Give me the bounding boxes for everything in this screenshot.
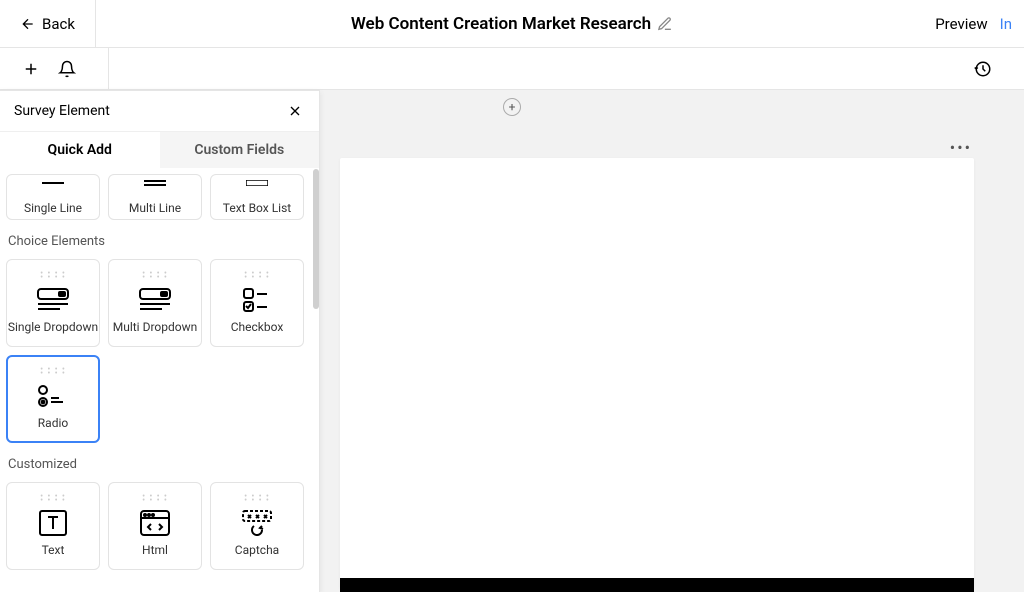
canvas-card[interactable] (340, 158, 974, 588)
tile-text[interactable]: • • • •• • • • Text (6, 482, 100, 570)
tile-captcha[interactable]: • • • •• • • • Captcha (210, 482, 304, 570)
tile-label: Multi Dropdown (113, 320, 198, 334)
in-button[interactable]: In (1000, 15, 1012, 33)
tile-label: Single Line (24, 201, 82, 215)
tile-multi-line[interactable]: Multi Line (108, 174, 202, 220)
history-icon (974, 60, 992, 78)
drag-handle-icon: • • • •• • • • (40, 495, 66, 503)
survey-element-panel: Survey Element Quick Add Custom Fields S… (0, 90, 320, 592)
panel-body: Single Line Multi Line Text Box List Cho… (0, 168, 319, 582)
tile-single-dropdown[interactable]: • • • •• • • • Single Dropdown (6, 259, 100, 347)
multi-dropdown-icon (137, 286, 173, 314)
notifications-button[interactable] (54, 56, 80, 82)
canvas-add-button[interactable]: + (503, 98, 521, 116)
header-actions: Preview In (935, 15, 1012, 33)
panel-header: Survey Element (0, 91, 319, 132)
tab-custom-fields[interactable]: Custom Fields (160, 132, 320, 168)
tile-label: Multi Line (129, 201, 181, 215)
drag-handle-icon: • • • •• • • • (244, 272, 270, 280)
captcha-icon (239, 509, 275, 537)
text-icon (35, 509, 71, 537)
toolbar (0, 48, 1024, 90)
close-button[interactable] (285, 101, 305, 121)
tile-html[interactable]: • • • •• • • • Html (108, 482, 202, 570)
tile-label: Captcha (235, 543, 279, 557)
tile-radio[interactable]: • • • •• • • • Radio (6, 355, 100, 443)
section-choice-elements: Choice Elements (8, 234, 313, 249)
scrollbar[interactable] (313, 169, 319, 309)
text-box-list-icon (246, 180, 268, 186)
back-label: Back (42, 15, 75, 33)
tile-label: Text Box List (223, 201, 291, 215)
drag-handle-icon: • • • •• • • • (142, 495, 168, 503)
page-title-wrap: Web Content Creation Market Research (351, 14, 673, 34)
tab-quick-add[interactable]: Quick Add (0, 132, 160, 168)
tile-text-box-list[interactable]: Text Box List (210, 174, 304, 220)
tile-label: Html (142, 543, 168, 557)
preview-button[interactable]: Preview (935, 15, 987, 33)
add-button[interactable] (18, 56, 44, 82)
tile-multi-dropdown[interactable]: • • • •• • • • Multi Dropdown (108, 259, 202, 347)
checkbox-icon (239, 286, 275, 314)
history-button[interactable] (970, 56, 996, 82)
single-line-icon (42, 180, 64, 186)
arrow-left-icon (20, 16, 36, 32)
text-elements-row: Single Line Multi Line Text Box List (6, 174, 313, 220)
panel-tabs: Quick Add Custom Fields (0, 132, 319, 168)
tile-checkbox[interactable]: • • • •• • • • Checkbox (210, 259, 304, 347)
tile-label: Checkbox (231, 320, 284, 334)
divider (95, 0, 96, 48)
customized-row: • • • •• • • • Text • • • •• • • • Html … (6, 482, 313, 570)
tile-single-line[interactable]: Single Line (6, 174, 100, 220)
section-customized: Customized (8, 457, 313, 472)
single-dropdown-icon (35, 286, 71, 314)
close-icon (287, 103, 303, 119)
top-bar: Back Web Content Creation Market Researc… (0, 0, 1024, 48)
canvas-footer-bar (340, 578, 974, 592)
tile-label: Text (42, 543, 65, 557)
choice-elements-row: • • • •• • • • Single Dropdown • • • •• … (6, 259, 313, 443)
multi-line-icon (144, 180, 166, 186)
panel-title: Survey Element (14, 103, 110, 119)
divider (108, 48, 109, 90)
tile-label: Single Dropdown (8, 320, 98, 334)
canvas-more-button[interactable]: ••• (950, 138, 972, 157)
tile-label: Radio (38, 416, 68, 430)
html-icon (137, 509, 173, 537)
bell-icon (58, 60, 76, 78)
drag-handle-icon: • • • •• • • • (142, 272, 168, 280)
drag-handle-icon: • • • •• • • • (40, 272, 66, 280)
page-title: Web Content Creation Market Research (351, 14, 651, 34)
radio-icon (35, 382, 71, 410)
drag-handle-icon: • • • •• • • • (244, 495, 270, 503)
back-button[interactable]: Back (12, 11, 83, 37)
drag-handle-icon: • • • •• • • • (40, 368, 66, 376)
plus-icon (22, 60, 40, 78)
edit-icon[interactable] (657, 16, 673, 32)
